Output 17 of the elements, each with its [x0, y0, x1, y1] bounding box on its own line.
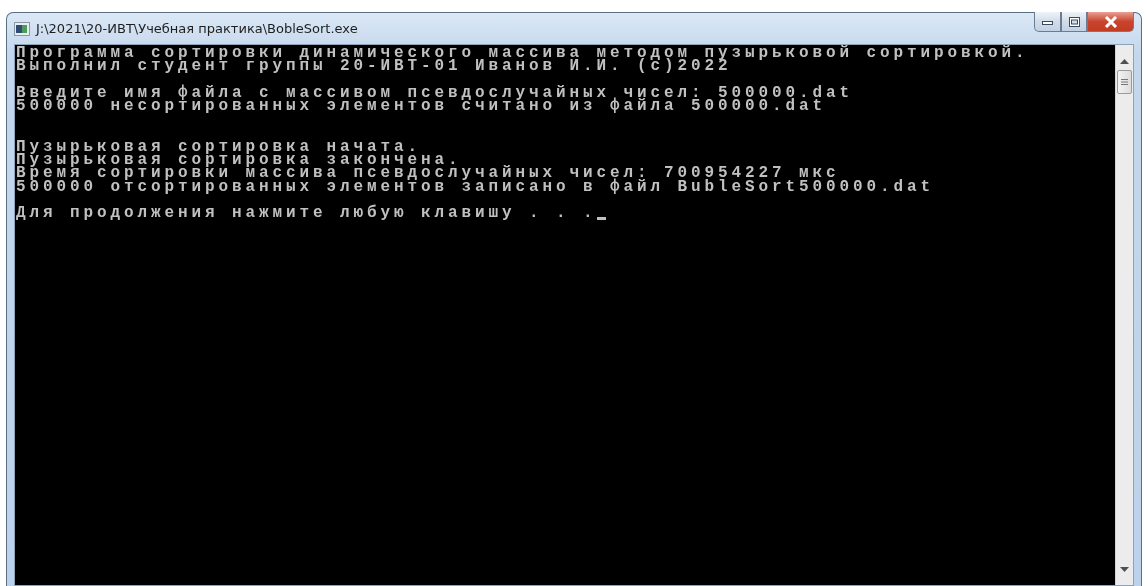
console-app-icon — [14, 21, 30, 36]
maximize-icon — [1068, 16, 1080, 27]
grip-icon — [1121, 78, 1128, 86]
maximize-button[interactable] — [1061, 12, 1087, 32]
scroll-thumb[interactable] — [1117, 70, 1132, 94]
scroll-down-icon[interactable] — [1120, 567, 1129, 572]
console-line: 500000 отсортированных элементов записано в файл BubleSort500000.dat — [16, 180, 935, 195]
close-icon — [1103, 15, 1118, 28]
console-line: Выполнил студент группы 20-ИВТ-01 Иванов И.И. (c)2022 — [16, 60, 732, 74]
close-button[interactable] — [1087, 12, 1134, 32]
minimize-button[interactable] — [1034, 12, 1061, 32]
scrollbar[interactable] — [1115, 45, 1133, 585]
minimize-icon — [1042, 18, 1053, 25]
scroll-up-icon[interactable] — [1120, 59, 1129, 64]
console-line: Пузырьковая сортировка закончена. — [16, 154, 462, 168]
console-line: Пузырьковая сортировка начата. — [16, 140, 422, 155]
window-title: J:\2021\20-ИВТ\Учебная практика\BobleSort.exe — [36, 21, 358, 36]
